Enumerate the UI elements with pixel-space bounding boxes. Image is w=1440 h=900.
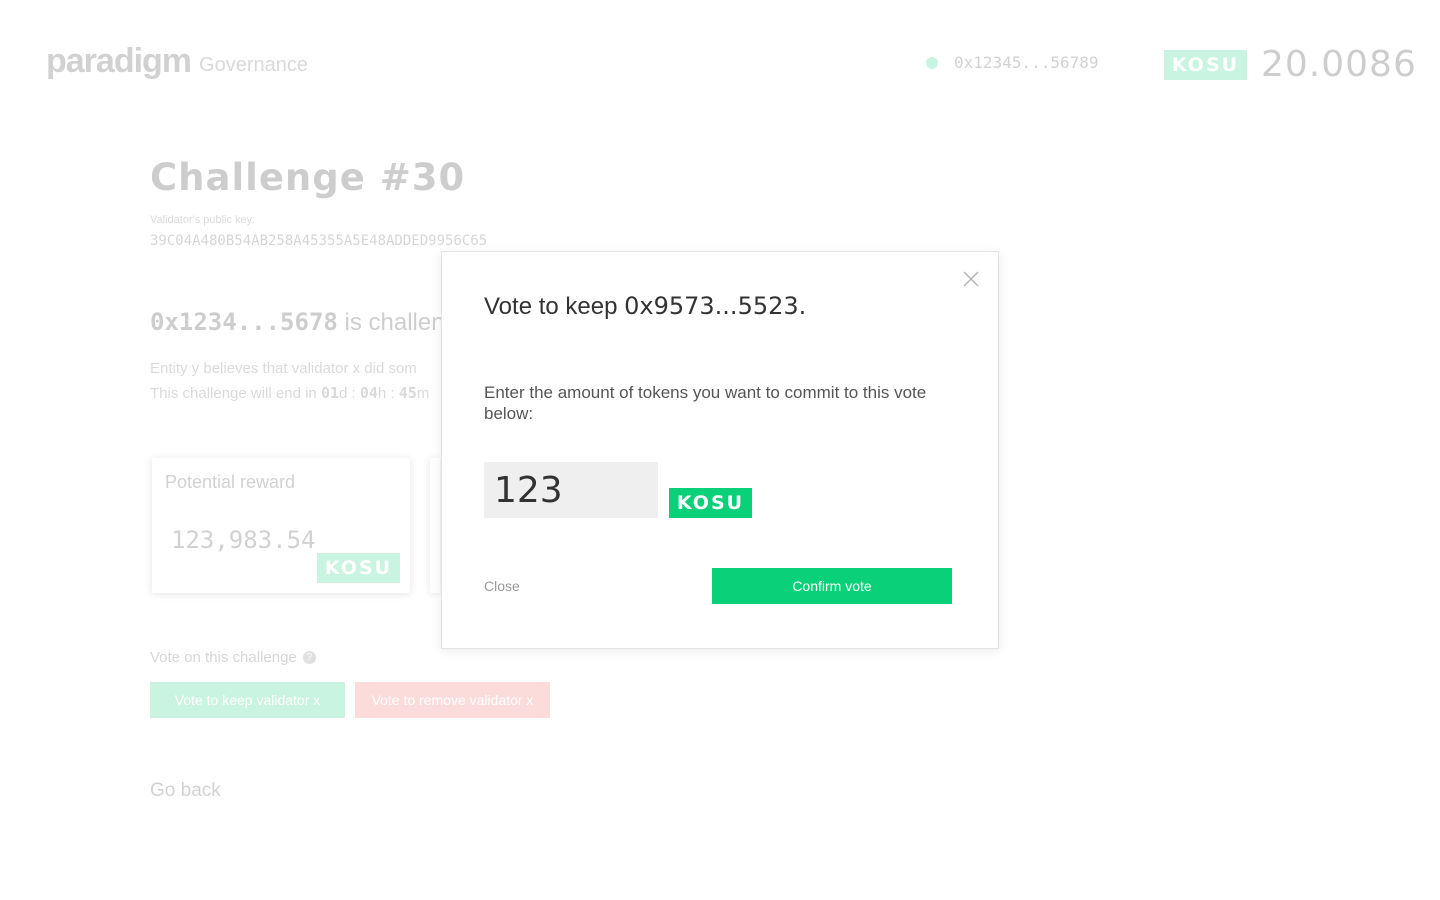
go-back-link[interactable]: Go back [150, 780, 221, 802]
balance-display: KOSU 20.0086 [1164, 44, 1417, 85]
public-key-label: Validator's public key: [150, 214, 256, 226]
vote-section-label: Vote on this challenge ? [150, 649, 316, 666]
token-badge: KOSU [669, 488, 752, 518]
modal-title-prefix: Vote to keep [484, 293, 618, 320]
countdown-minutes-unit: m [416, 385, 430, 402]
status-dot-icon [926, 56, 938, 69]
vote-remove-button[interactable]: Vote to remove validator x [355, 682, 550, 718]
reward-card: Potential reward 123,983.54 KOSU [152, 458, 410, 593]
challenger-address: 0x1234...5678 [150, 308, 338, 336]
countdown-days: 01 [320, 384, 339, 402]
vote-keep-button[interactable]: Vote to keep validator x [150, 682, 345, 718]
countdown-hours: 04 [359, 384, 378, 402]
token-amount-input[interactable] [484, 462, 658, 518]
close-button[interactable]: Close [484, 578, 520, 594]
challenge-description: Entity y believes that validator x did s… [150, 360, 417, 377]
confirm-vote-button[interactable]: Confirm vote [712, 568, 952, 604]
vote-modal: Vote to keep 0x9573...5523. Enter the am… [441, 251, 999, 649]
account-address: 0x12345...56789 [954, 53, 1099, 72]
modal-title-address: 0x9573...5523. [624, 292, 807, 320]
logo-wordmark: paradigm [46, 42, 192, 80]
help-icon[interactable]: ? [302, 651, 316, 664]
reward-value: 123,983.54 [171, 526, 316, 554]
countdown-days-unit: d [339, 385, 348, 402]
page-title: Challenge #30 [150, 156, 466, 199]
logo-subtitle: Governance [199, 54, 309, 76]
token-badge: KOSU [317, 553, 400, 583]
countdown-minutes: 45 [398, 384, 417, 402]
token-badge: KOSU [1164, 49, 1247, 80]
balance-value: 20.0086 [1261, 44, 1417, 85]
account-indicator: 0x12345...56789 [926, 53, 1099, 72]
reward-label: Potential reward [165, 472, 296, 492]
modal-title: Vote to keep 0x9573...5523. [484, 292, 806, 321]
second-card [430, 458, 440, 593]
close-icon[interactable] [962, 270, 980, 288]
challenge-countdown: This challenge will end in 01d : 04h : 4… [150, 384, 430, 402]
logo[interactable]: paradigm Governance [46, 42, 308, 80]
challenge-summary: 0x1234...5678 is challengi [150, 308, 463, 337]
countdown-hours-unit: h [377, 385, 387, 402]
modal-instructions: Enter the amount of tokens you want to c… [484, 383, 927, 423]
vote-section-text: Vote on this challenge [150, 649, 297, 666]
public-key-value: 39C04A480B54AB258A45355A5E48ADDED9956C65 [150, 233, 488, 249]
countdown-prefix: This challenge will end in [150, 385, 317, 402]
